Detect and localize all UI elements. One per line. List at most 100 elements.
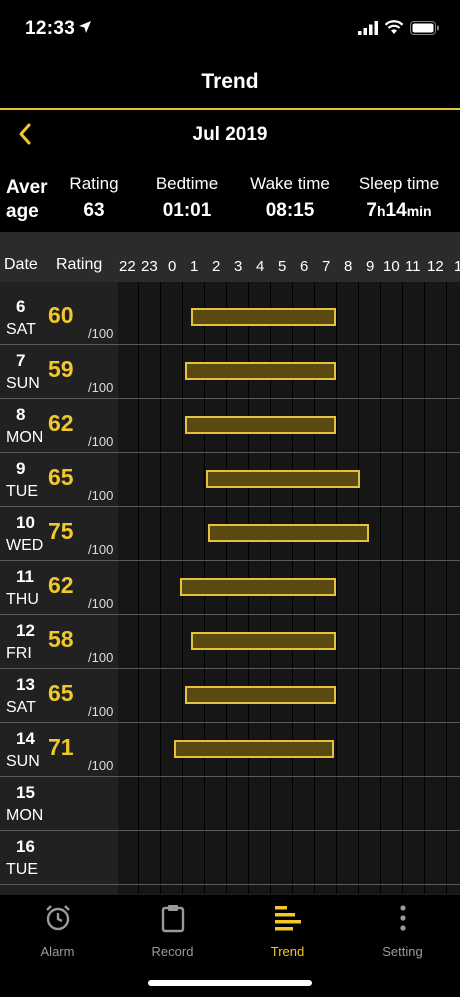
row-weekday: WED	[6, 537, 44, 554]
row-rating: 71	[48, 734, 74, 760]
row-weekday: SAT	[6, 321, 36, 338]
average-title-line2: age	[6, 201, 39, 222]
hour-label: 7	[322, 258, 331, 275]
row-rating: 65	[48, 680, 74, 706]
tab-setting-label: Setting	[382, 944, 423, 959]
sleep-chart[interactable]: 6 SAT 60/100 7 SUN 59/100 8 MON 62/100 9 TUE 65/100…	[0, 282, 460, 894]
row-rating: 59	[48, 356, 74, 382]
table-header: Date Rating 22 23 0 1 2 3 4 5 6 7 8 9 10 11 12 1	[0, 232, 460, 282]
row-rating: 75	[48, 518, 74, 544]
hour-label: 12	[427, 258, 444, 275]
row-weekday: TUE	[6, 483, 38, 500]
row-day: 16	[16, 837, 35, 856]
hour-label: 5	[278, 258, 287, 275]
hour-label: 22	[119, 258, 136, 275]
hour-label: 4	[256, 258, 265, 275]
table-row[interactable]: 16 TUE	[0, 830, 460, 885]
avg-sleeptime-value: 7h14min	[352, 200, 446, 222]
location-arrow-icon	[79, 21, 91, 33]
row-weekday: SUN	[6, 753, 40, 770]
row-rating-max: /100	[88, 704, 114, 719]
month-label: Jul 2019	[192, 124, 268, 145]
row-rating: 60	[48, 302, 74, 328]
row-day: 10	[16, 513, 35, 532]
status-bar: 12:33	[0, 0, 460, 56]
table-row[interactable]: 13 SAT 65/100	[0, 668, 460, 723]
tab-record[interactable]: Record	[115, 903, 230, 959]
row-day: 6	[16, 297, 26, 316]
avg-waketime: Wake time 08:15	[244, 174, 336, 222]
avg-waketime-label: Wake time	[250, 174, 330, 193]
table-row[interactable]: 6 SAT 60/100	[0, 290, 460, 345]
row-rating-max: /100	[88, 758, 114, 773]
table-row[interactable]: 10 WED 75/100	[0, 506, 460, 561]
avg-sleep-hours: 7	[366, 200, 377, 221]
row-rating-max: /100	[88, 434, 114, 449]
status-indicators	[358, 20, 440, 35]
table-row[interactable]: 8 MON 62/100	[0, 398, 460, 453]
wifi-icon	[384, 20, 404, 34]
table-row[interactable]: 12 FRI 58/100	[0, 614, 460, 669]
table-row[interactable]: 11 THU 62/100	[0, 560, 460, 615]
sleep-bar	[185, 686, 336, 704]
avg-bedtime-value: 01:01	[162, 200, 212, 221]
tab-setting[interactable]: Setting	[345, 903, 460, 959]
row-rating-max: /100	[88, 380, 114, 395]
sleep-bar	[174, 740, 334, 758]
average-title: Aver age	[6, 176, 48, 224]
hour-label: 6	[300, 258, 309, 275]
trend-bars-icon	[274, 906, 301, 931]
avg-bedtime: Bedtime 01:01	[146, 174, 228, 222]
hour-label: 8	[344, 258, 353, 275]
average-title-line1: Aver	[6, 177, 48, 198]
row-rating-max: /100	[88, 542, 114, 557]
average-summary: Aver age Rating 63 Bedtime 01:01 Wake ti…	[0, 168, 460, 230]
avg-rating-value: 63	[83, 200, 105, 221]
clipboard-icon	[161, 905, 184, 933]
table-row[interactable]: 7 SUN 59/100	[0, 344, 460, 399]
table-row[interactable]: 15 MON	[0, 776, 460, 831]
avg-rating-label: Rating	[69, 174, 119, 193]
tab-alarm-label: Alarm	[40, 944, 75, 959]
row-day: 11	[16, 567, 34, 586]
sleep-bar	[185, 362, 336, 380]
row-rating: 65	[48, 464, 74, 490]
avg-waketime-value: 08:15	[265, 200, 315, 221]
hour-label: 11	[405, 258, 421, 275]
signal-icon	[358, 20, 378, 35]
avg-rating: Rating 63	[62, 174, 126, 222]
row-weekday: SUN	[6, 375, 40, 392]
hour-label: 0	[168, 258, 177, 275]
row-rating-max: /100	[88, 650, 114, 665]
row-day: 14	[16, 729, 35, 748]
page-title: Trend	[201, 70, 259, 93]
row-rating: 62	[48, 572, 74, 598]
battery-icon	[410, 20, 439, 35]
row-day: 9	[16, 459, 26, 478]
table-row[interactable]: 9 TUE 65/100	[0, 452, 460, 507]
tab-trend[interactable]: Trend	[230, 903, 345, 959]
alarm-clock-icon	[45, 905, 70, 931]
sleep-bar	[190, 308, 336, 326]
row-day: 8	[16, 405, 26, 424]
row-rating: 58	[48, 626, 74, 652]
row-day: 15	[16, 783, 35, 802]
tab-trend-label: Trend	[270, 944, 305, 959]
row-day: 12	[16, 621, 35, 640]
more-dots-icon	[399, 905, 406, 931]
avg-sleep-min-unit: min	[406, 203, 432, 219]
row-weekday: MON	[6, 807, 44, 824]
row-rating-max: /100	[88, 326, 114, 341]
sleep-bar	[190, 632, 336, 650]
sleep-bar	[185, 416, 336, 434]
table-row[interactable]: 14 SUN 71/100	[0, 722, 460, 777]
avg-sleeptime-label: Sleep time	[358, 174, 440, 193]
hour-label: 3	[234, 258, 243, 275]
sleep-bar	[179, 578, 336, 596]
rating-column-header: Rating	[56, 256, 103, 273]
hour-label: 9	[366, 258, 375, 275]
sleep-bar	[208, 524, 369, 542]
hour-label: 1	[190, 258, 199, 275]
home-indicator[interactable]	[148, 980, 312, 986]
tab-alarm[interactable]: Alarm	[0, 903, 115, 959]
